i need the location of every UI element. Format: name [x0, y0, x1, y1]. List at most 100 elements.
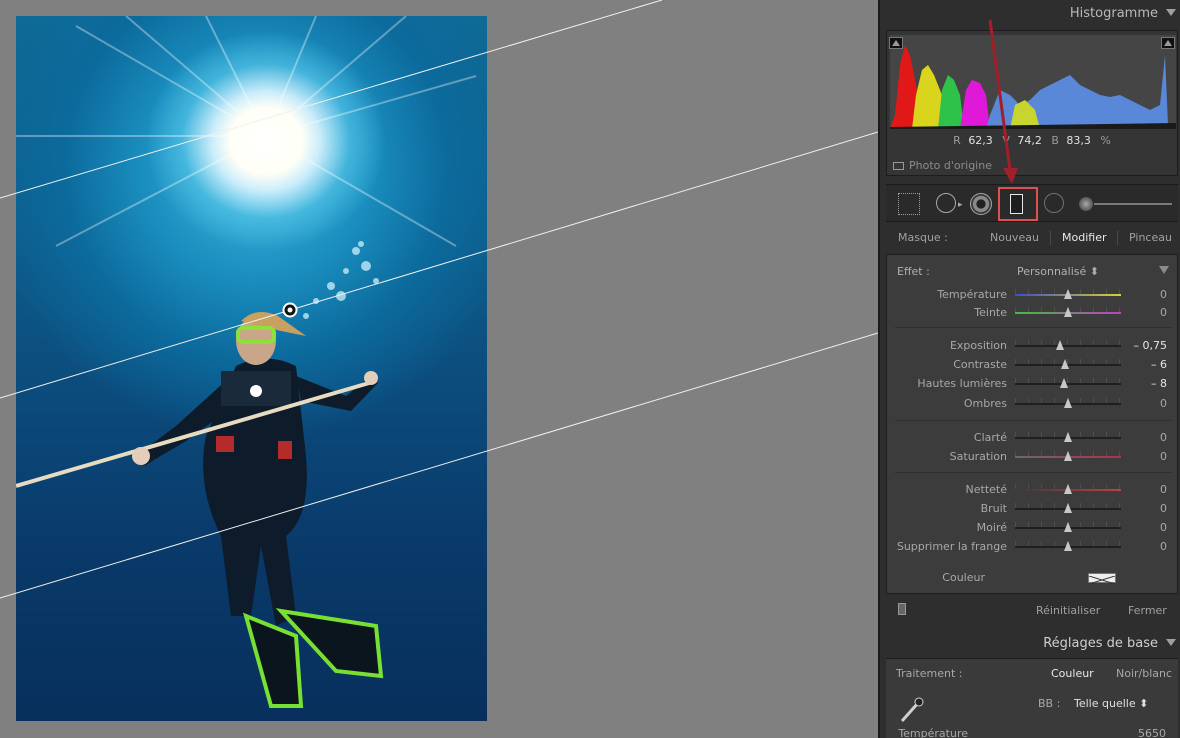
spot-removal-icon[interactable]: [936, 193, 956, 213]
slider-label: Moiré: [976, 521, 1007, 534]
basic-settings-panel: Traitement : Couleur Noir/blanc BB : Tel…: [886, 658, 1178, 738]
graduated-filter-icon[interactable]: [1010, 194, 1023, 214]
graduated-filter-overlay[interactable]: [0, 0, 878, 738]
effect-select[interactable]: Personnalisé ⬍: [1017, 265, 1099, 278]
effect-label: Effet :: [897, 265, 930, 278]
divider: [1117, 231, 1118, 245]
histogram-readout: R 62,3 V 74,2 B 83,3 %: [953, 134, 1111, 147]
slider-value[interactable]: 0: [1160, 288, 1167, 301]
treatment-color-button[interactable]: Couleur: [1051, 667, 1094, 680]
spot-arrow-icon: ▸: [958, 200, 963, 210]
slider-label: Netteté: [965, 483, 1007, 496]
slider-value[interactable]: – 0,75: [1134, 339, 1168, 352]
develop-panel: Histogramme R 62,3 V 74,2 B 83,3 % Photo…: [878, 0, 1180, 738]
slider-track[interactable]: [1015, 383, 1121, 385]
slider-thumb[interactable]: [1064, 398, 1072, 408]
slider-value[interactable]: 0: [1160, 540, 1167, 553]
temperature-label: Température: [898, 727, 968, 738]
slider-thumb[interactable]: [1064, 289, 1072, 299]
basic-settings-header[interactable]: Réglages de base: [880, 630, 1180, 658]
slider-value[interactable]: 0: [1160, 521, 1167, 534]
slider-row: Bruit 0: [887, 501, 1179, 517]
slider-label: Clarté: [973, 431, 1007, 444]
tool-strip: ▸: [886, 184, 1178, 222]
slider-thumb[interactable]: [1064, 541, 1072, 551]
slider-row: Teinte 0: [887, 305, 1179, 321]
slider-row: Exposition – 0,75: [887, 338, 1179, 354]
slider-value[interactable]: 0: [1160, 431, 1167, 444]
filter-footer: Réinitialiser Fermer: [886, 598, 1178, 622]
histogram-graph: [890, 35, 1176, 129]
shadow-clip-icon[interactable]: [889, 37, 903, 49]
toggle-switch-icon[interactable]: [898, 603, 906, 615]
color-label: Couleur: [942, 571, 985, 584]
reset-button[interactable]: Réinitialiser: [1036, 604, 1100, 617]
slider-thumb[interactable]: [1064, 307, 1072, 317]
slider-label: Supprimer la frange: [896, 540, 1007, 553]
radial-filter-icon[interactable]: [1044, 193, 1064, 213]
slider-value[interactable]: – 8: [1151, 377, 1167, 390]
graduated-line-center[interactable]: [0, 131, 878, 399]
color-swatch[interactable]: [1088, 573, 1116, 585]
slider-thumb[interactable]: [1061, 359, 1069, 369]
slider-label: Exposition: [949, 339, 1007, 352]
mask-row: Masque : Nouveau Modifier Pinceau: [886, 226, 1178, 250]
graduated-line-bottom[interactable]: [0, 332, 878, 599]
mask-label: Masque :: [898, 231, 948, 244]
slider-label: Ombres: [963, 397, 1007, 410]
slider-row: Moiré 0: [887, 520, 1179, 536]
slider-thumb[interactable]: [1064, 451, 1072, 461]
slider-label: Bruit: [980, 502, 1007, 515]
divider: [895, 420, 1171, 421]
crop-overlay-icon[interactable]: [898, 193, 920, 215]
divider: [895, 472, 1171, 473]
slider-value[interactable]: 0: [1160, 450, 1167, 463]
slider-row: Clarté 0: [887, 430, 1179, 446]
temperature-value: 5650: [1138, 727, 1166, 738]
graduated-line-top[interactable]: [0, 0, 663, 199]
collapse-triangle-icon[interactable]: [1166, 639, 1176, 646]
wb-select[interactable]: Telle quelle ⬍: [1074, 697, 1148, 710]
red-eye-icon[interactable]: [970, 193, 992, 215]
slider-thumb[interactable]: [1064, 522, 1072, 532]
slider-row: Netteté 0: [887, 482, 1179, 498]
divider: [895, 327, 1171, 328]
slider-row: Supprimer la frange 0: [887, 539, 1179, 555]
close-button[interactable]: Fermer: [1128, 604, 1167, 617]
slider-value[interactable]: – 6: [1151, 358, 1167, 371]
slider-label: Teinte: [974, 306, 1007, 319]
panel-menu-triangle-icon[interactable]: [1159, 266, 1169, 274]
slider-row: Hautes lumières – 8: [887, 376, 1179, 392]
slider-value[interactable]: 0: [1160, 483, 1167, 496]
brush-slider-track[interactable]: [1094, 203, 1172, 205]
treatment-bw-button[interactable]: Noir/blanc: [1116, 667, 1172, 680]
mask-edit-button[interactable]: Modifier: [1062, 231, 1106, 244]
slider-row: Ombres 0: [887, 396, 1179, 412]
slider-thumb[interactable]: [1064, 484, 1072, 494]
slider-label: Hautes lumières: [917, 377, 1007, 390]
slider-thumb[interactable]: [1056, 340, 1064, 350]
checkbox-icon[interactable]: [893, 162, 904, 170]
slider-row: Contraste – 6: [887, 357, 1179, 373]
divider: [1050, 231, 1051, 245]
graduated-filter-settings: Effet : Personnalisé ⬍ Température 0 Teint…: [886, 254, 1178, 594]
adjustment-brush-icon[interactable]: [1079, 197, 1093, 211]
image-canvas[interactable]: [0, 0, 878, 738]
original-photo-toggle[interactable]: Photo d'origine: [893, 159, 992, 172]
highlight-clip-icon[interactable]: [1161, 37, 1175, 49]
slider-label: Saturation: [949, 450, 1007, 463]
histogram-header[interactable]: Histogramme: [880, 0, 1180, 28]
slider-value[interactable]: 0: [1160, 306, 1167, 319]
basic-settings-title: Réglages de base: [1043, 636, 1158, 651]
slider-label: Contraste: [953, 358, 1007, 371]
slider-thumb[interactable]: [1064, 503, 1072, 513]
mask-brush-button[interactable]: Pinceau: [1129, 231, 1172, 244]
slider-thumb[interactable]: [1064, 432, 1072, 442]
slider-value[interactable]: 0: [1160, 502, 1167, 515]
mask-new-button[interactable]: Nouveau: [990, 231, 1039, 244]
slider-value[interactable]: 0: [1160, 397, 1167, 410]
eyedropper-icon[interactable]: [896, 695, 926, 725]
collapse-triangle-icon[interactable]: [1166, 9, 1176, 16]
slider-thumb[interactable]: [1060, 378, 1068, 388]
slider-track[interactable]: [1015, 345, 1121, 347]
